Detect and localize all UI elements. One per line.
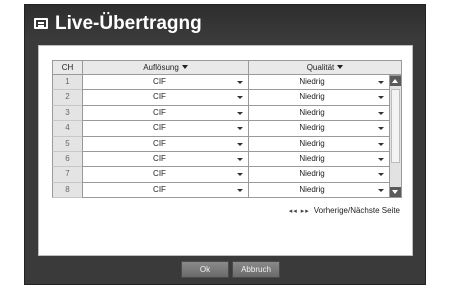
titlebar: Live-Übertragng xyxy=(25,5,425,41)
ok-button[interactable]: Ok xyxy=(181,261,229,278)
channel-number: 8 xyxy=(52,182,82,199)
resolution-value: CIF xyxy=(153,184,166,194)
page-navigation-label: Vorherige/Nächste Seite xyxy=(313,206,400,215)
resolution-value: CIF xyxy=(153,107,166,117)
monitor-icon xyxy=(34,18,48,29)
resolution-value: CIF xyxy=(153,123,166,133)
channel-number: 2 xyxy=(52,90,82,106)
table-row: 5 CIF Niedrig xyxy=(52,136,402,152)
resolution-value: CIF xyxy=(153,92,166,102)
dropdown-arrow-icon xyxy=(378,111,384,115)
quality-value: Niedrig xyxy=(299,123,325,133)
dropdown-arrow-icon xyxy=(237,142,243,146)
caret-down-icon xyxy=(181,65,188,69)
dropdown-arrow-icon xyxy=(378,127,384,131)
resolution-dropdown[interactable]: CIF xyxy=(82,167,248,183)
column-header-quality-label: Qualität xyxy=(306,63,335,72)
quality-value: Niedrig xyxy=(299,184,325,194)
table-body: 1 CIF Niedrig 2 CIF Niedrig 3 CIF Niedri… xyxy=(52,75,402,199)
channel-number: 6 xyxy=(52,151,82,168)
caret-down-icon xyxy=(337,65,344,69)
resolution-value: CIF xyxy=(153,138,166,148)
page-navigation[interactable]: ◂◂ ▸▸ Vorherige/Nächste Seite xyxy=(289,206,400,215)
table-row: 3 CIF Niedrig xyxy=(52,105,402,122)
table-row: 6 CIF Niedrig xyxy=(52,151,402,168)
dropdown-arrow-icon xyxy=(378,173,384,177)
dropdown-arrow-icon xyxy=(237,81,243,84)
table-row: 2 CIF Niedrig xyxy=(52,90,402,106)
resolution-dropdown[interactable]: CIF xyxy=(82,90,248,106)
quality-dropdown[interactable]: Niedrig xyxy=(248,136,389,152)
scrollbar-thumb[interactable] xyxy=(391,89,400,163)
dialog-title: Live-Übertragng xyxy=(55,13,202,34)
column-header-resolution[interactable]: Auflösung xyxy=(82,60,248,75)
quality-dropdown[interactable]: Niedrig xyxy=(248,167,389,183)
dropdown-arrow-icon xyxy=(378,96,384,100)
quality-value: Niedrig xyxy=(299,107,325,117)
table-header: CH Auflösung Qualität xyxy=(52,60,402,75)
quality-dropdown[interactable]: Niedrig xyxy=(248,121,389,137)
channel-number: 7 xyxy=(52,167,82,183)
resolution-dropdown[interactable]: CIF xyxy=(82,75,248,91)
scroll-down-icon[interactable] xyxy=(390,187,401,197)
dropdown-arrow-icon xyxy=(378,81,384,84)
quality-value: Niedrig xyxy=(299,153,325,163)
table-row: 1 CIF Niedrig xyxy=(52,75,402,91)
quality-value: Niedrig xyxy=(299,138,325,148)
column-header-quality[interactable]: Qualität xyxy=(248,60,402,75)
page-arrows-icon[interactable]: ◂◂ ▸▸ xyxy=(289,208,310,215)
channel-number: 5 xyxy=(52,136,82,152)
dropdown-arrow-icon xyxy=(237,173,243,177)
dropdown-arrow-icon xyxy=(378,188,384,192)
resolution-value: CIF xyxy=(153,169,166,179)
channel-number: 4 xyxy=(52,121,82,137)
resolution-value: CIF xyxy=(153,153,166,163)
settings-panel: CH Auflösung Qualität 1 CIF Niedrig 2 CI… xyxy=(38,45,413,256)
dropdown-arrow-icon xyxy=(237,188,243,192)
resolution-dropdown[interactable]: CIF xyxy=(82,121,248,137)
channel-table: CH Auflösung Qualität 1 CIF Niedrig 2 CI… xyxy=(52,60,402,199)
channel-number: 1 xyxy=(52,75,82,91)
dialog-buttons: Ok Abbruch xyxy=(181,261,280,278)
dropdown-arrow-icon xyxy=(237,111,243,115)
quality-value: Niedrig xyxy=(299,92,325,102)
channel-number: 3 xyxy=(52,105,82,122)
resolution-value: CIF xyxy=(153,77,166,86)
dropdown-arrow-icon xyxy=(237,96,243,100)
cancel-button[interactable]: Abbruch xyxy=(232,261,280,278)
resolution-dropdown[interactable]: CIF xyxy=(82,151,248,168)
quality-dropdown[interactable]: Niedrig xyxy=(248,151,389,168)
quality-dropdown[interactable]: Niedrig xyxy=(248,75,389,91)
live-stream-dialog: Live-Übertragng CH Auflösung Qualität 1 … xyxy=(24,4,426,285)
table-row: 8 CIF Niedrig xyxy=(52,182,402,199)
table-row: 4 CIF Niedrig xyxy=(52,121,402,137)
dropdown-arrow-icon xyxy=(378,142,384,146)
dropdown-arrow-icon xyxy=(237,127,243,131)
resolution-dropdown[interactable]: CIF xyxy=(82,182,248,199)
dropdown-arrow-icon xyxy=(378,157,384,161)
column-header-ch: CH xyxy=(52,60,82,75)
table-row: 7 CIF Niedrig xyxy=(52,167,402,183)
resolution-dropdown[interactable]: CIF xyxy=(82,105,248,122)
column-header-ch-label: CH xyxy=(61,63,74,72)
table-scrollbar[interactable] xyxy=(389,75,402,198)
dropdown-arrow-icon xyxy=(237,157,243,161)
scroll-up-icon[interactable] xyxy=(390,76,401,86)
resolution-dropdown[interactable]: CIF xyxy=(82,136,248,152)
column-header-resolution-label: Auflösung xyxy=(143,63,179,72)
quality-dropdown[interactable]: Niedrig xyxy=(248,182,389,199)
quality-dropdown[interactable]: Niedrig xyxy=(248,105,389,122)
quality-dropdown[interactable]: Niedrig xyxy=(248,90,389,106)
quality-value: Niedrig xyxy=(299,77,325,86)
quality-value: Niedrig xyxy=(299,169,325,179)
